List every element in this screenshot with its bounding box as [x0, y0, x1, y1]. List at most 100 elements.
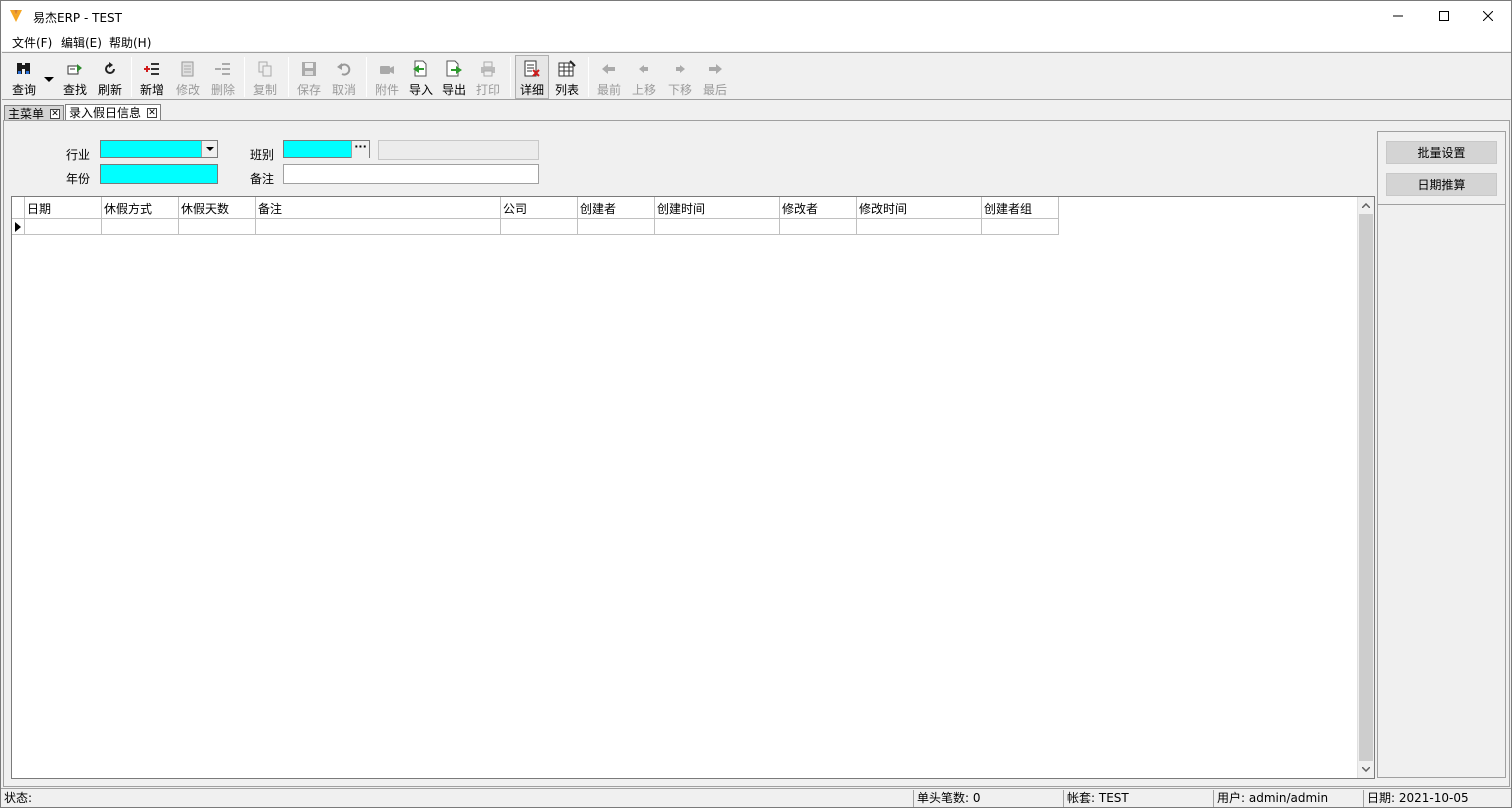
print-button[interactable]: 打印 [473, 56, 503, 98]
tab-holiday-entry-label: 录入假日信息 [69, 106, 142, 120]
edit-label: 修改 [175, 83, 200, 97]
cell-create-time[interactable] [655, 219, 780, 235]
menu-help[interactable]: 帮助(H) [109, 34, 151, 51]
shift-lookup[interactable]: ··· [283, 140, 370, 158]
menu-bar: 文件(F) 编辑(E) 帮助(H) [1, 31, 1511, 51]
cell-remark[interactable] [256, 219, 501, 235]
arrow-first-icon [602, 64, 615, 74]
camera-icon [380, 66, 394, 74]
cancel-label: 取消 [331, 83, 356, 97]
minimize-button[interactable] [1375, 1, 1421, 31]
col-header-holiday-days[interactable]: 休假天数 [179, 197, 256, 219]
add-icon [144, 63, 159, 75]
close-button[interactable] [1465, 1, 1511, 31]
import-button[interactable]: 导入 [406, 56, 436, 98]
toolbar-separator [244, 57, 245, 97]
tab-holiday-entry[interactable]: 录入假日信息 ✕ [65, 104, 162, 121]
scroll-down-icon[interactable] [1358, 761, 1374, 778]
content-area: 行业 年份 班别 ··· 备注 日期 休假方式 休假天数 备注 公司 创建者 创… [3, 120, 1510, 787]
first-button[interactable]: 最前 [594, 56, 624, 98]
cell-modify-time[interactable] [857, 219, 982, 235]
col-header-creator[interactable]: 创建者 [578, 197, 655, 219]
attach-button[interactable]: 附件 [372, 56, 402, 98]
col-header-create-time[interactable]: 创建时间 [655, 197, 780, 219]
refresh-button[interactable]: 刷新 [95, 56, 125, 98]
year-input[interactable] [100, 164, 218, 184]
printer-icon [481, 61, 495, 77]
query-button[interactable]: 查询 [8, 56, 40, 98]
cell-company[interactable] [501, 219, 578, 235]
cell-holiday-days[interactable] [179, 219, 256, 235]
save-label: 保存 [296, 83, 321, 97]
side-panel: 批量设置 日期推算 [1377, 131, 1506, 778]
next-button[interactable]: 下移 [665, 56, 695, 98]
find-label: 查找 [62, 83, 87, 97]
toolbar-separator [131, 57, 132, 97]
import-label: 导入 [408, 83, 433, 97]
col-header-company[interactable]: 公司 [501, 197, 578, 219]
copy-label: 复制 [252, 83, 277, 97]
scroll-thumb[interactable] [1359, 214, 1373, 761]
last-button[interactable]: 最后 [700, 56, 730, 98]
holiday-grid[interactable]: 日期 休假方式 休假天数 备注 公司 创建者 创建时间 修改者 修改时间 创建者… [11, 196, 1375, 779]
detail-label: 详细 [519, 83, 544, 97]
side-panel-divider [1378, 204, 1505, 205]
find-icon [67, 64, 82, 75]
year-label: 年份 [66, 172, 91, 186]
cell-modifier[interactable] [780, 219, 857, 235]
arrow-right-icon [676, 65, 685, 73]
batch-set-button[interactable]: 批量设置 [1386, 141, 1497, 164]
find-button[interactable]: 查找 [60, 56, 90, 98]
col-header-modifier[interactable]: 修改者 [780, 197, 857, 219]
arrow-left-icon [639, 65, 648, 73]
col-header-date[interactable]: 日期 [25, 197, 102, 219]
delete-icon [215, 63, 230, 75]
list-icon [558, 60, 576, 77]
col-header-holiday-type[interactable]: 休假方式 [102, 197, 179, 219]
menu-file[interactable]: 文件(F) [12, 34, 52, 51]
grid-header: 日期 休假方式 休假天数 备注 公司 创建者 创建时间 修改者 修改时间 创建者… [12, 197, 1059, 219]
menu-edit[interactable]: 编辑(E) [61, 34, 102, 51]
industry-dropdown-button[interactable] [201, 141, 217, 157]
maximize-icon [1439, 11, 1449, 21]
remark-input[interactable] [283, 164, 539, 184]
list-button[interactable]: 列表 [552, 56, 582, 98]
copy-button[interactable]: 复制 [250, 56, 280, 98]
export-icon [446, 60, 462, 77]
edit-button[interactable]: 修改 [173, 56, 203, 98]
add-button[interactable]: 新增 [137, 56, 167, 98]
toolbar-separator [510, 57, 511, 97]
close-icon[interactable]: ✕ [147, 108, 158, 118]
col-header-creator-group[interactable]: 创建者组 [982, 197, 1059, 219]
detail-button[interactable]: 详细 [517, 56, 547, 98]
industry-combo[interactable] [100, 140, 218, 158]
cancel-button[interactable]: 取消 [329, 56, 359, 98]
shift-label: 班别 [250, 148, 275, 162]
save-button[interactable]: 保存 [294, 56, 324, 98]
table-row[interactable] [12, 219, 1059, 235]
ellipsis-icon[interactable]: ··· [351, 141, 369, 158]
export-button[interactable]: 导出 [439, 56, 469, 98]
cell-date[interactable] [25, 219, 102, 235]
cell-creator-group[interactable] [982, 219, 1059, 235]
undo-icon [337, 63, 351, 76]
tab-main-menu[interactable]: 主菜单 ✕ [4, 105, 65, 121]
cell-holiday-type[interactable] [102, 219, 179, 235]
close-icon[interactable]: ✕ [50, 108, 61, 119]
date-calc-button[interactable]: 日期推算 [1386, 173, 1497, 196]
last-label: 最后 [702, 83, 727, 97]
query-label: 查询 [11, 83, 36, 97]
refresh-icon [105, 62, 115, 74]
grid-header-indicator [12, 197, 25, 219]
prev-button[interactable]: 上移 [629, 56, 659, 98]
col-header-remark[interactable]: 备注 [256, 197, 501, 219]
query-dropdown-button[interactable] [42, 56, 56, 98]
maximize-button[interactable] [1421, 1, 1467, 31]
delete-button[interactable]: 删除 [208, 56, 238, 98]
save-icon [302, 62, 316, 76]
grid-vertical-scrollbar[interactable] [1357, 197, 1374, 778]
col-header-modify-time[interactable]: 修改时间 [857, 197, 982, 219]
scroll-up-icon[interactable] [1358, 197, 1374, 214]
cell-creator[interactable] [578, 219, 655, 235]
first-label: 最前 [596, 83, 621, 97]
